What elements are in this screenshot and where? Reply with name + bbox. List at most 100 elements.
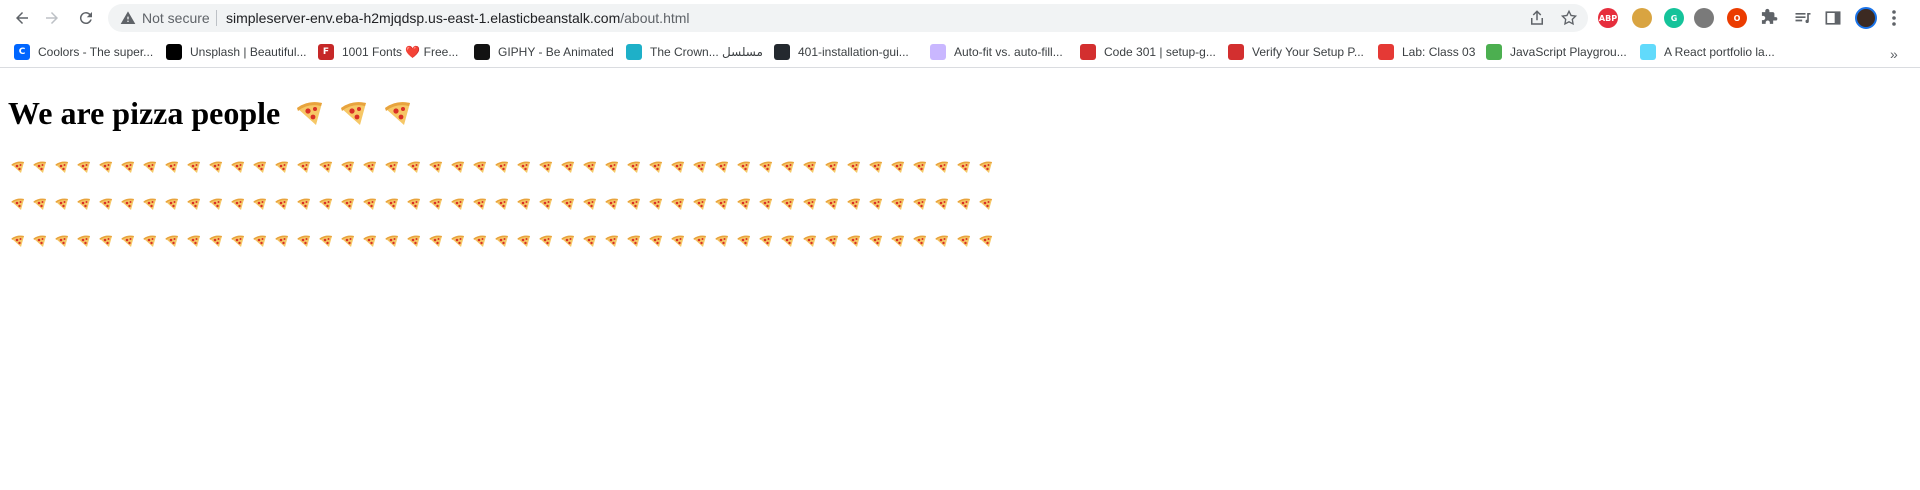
pizza-icon <box>495 235 508 247</box>
pizza-icon <box>99 198 112 210</box>
pizza-icon <box>737 235 750 247</box>
bookmark-item[interactable]: GIPHY - Be Animated <box>474 42 614 62</box>
bookmark-item[interactable]: A React portfolio la... <box>1640 42 1775 62</box>
pizza-icon <box>847 198 860 210</box>
pizza-icon <box>517 161 530 173</box>
pizza-icon <box>121 235 134 247</box>
pizza-icon <box>451 198 464 210</box>
pizza-icon <box>165 161 178 173</box>
bookmarks-overflow-icon[interactable]: » <box>1890 46 1898 62</box>
url-text[interactable]: simpleserver-env.eba-h2mjqdsp.us-east-1.… <box>226 10 690 26</box>
pizza-icon <box>143 161 156 173</box>
share-icon[interactable] <box>1528 9 1546 27</box>
bookmark-label: Verify Your Setup P... <box>1252 45 1364 59</box>
pizza-icon <box>539 161 552 173</box>
bookmark-item[interactable]: Unsplash | Beautiful... <box>166 42 307 62</box>
pizza-row <box>10 196 1000 214</box>
bookmark-item[interactable]: C Coolors - The super... <box>14 42 153 62</box>
pizza-icon <box>407 235 420 247</box>
pizza-icon <box>781 235 794 247</box>
office-icon[interactable]: O <box>1727 8 1747 28</box>
bookmark-item[interactable]: Auto-fit vs. auto-fill... <box>930 42 1063 62</box>
bookmark-label: JavaScript Playgrou... <box>1510 45 1627 59</box>
pizza-icon <box>143 235 156 247</box>
bookmarks-bar: C Coolors - The super... Unsplash | Beauti… <box>0 36 1920 68</box>
page-content: We are pizza people <box>0 69 1920 490</box>
pizza-icon <box>825 198 838 210</box>
adblock-icon[interactable]: ABP <box>1598 8 1618 28</box>
pizza-icon <box>649 161 662 173</box>
pizza-icon <box>55 161 68 173</box>
pizza-icon <box>231 235 244 247</box>
playground-icon <box>1486 44 1502 60</box>
pizza-icon <box>429 198 442 210</box>
reload-button[interactable] <box>72 4 100 32</box>
bookmark-item[interactable]: Verify Your Setup P... <box>1228 42 1364 62</box>
pizza-icon <box>209 198 222 210</box>
pizza-icon <box>671 198 684 210</box>
pizza-icon <box>33 198 46 210</box>
pizza-row <box>10 233 1000 251</box>
forward-button[interactable] <box>38 4 66 32</box>
bookmark-item[interactable]: 401-installation-gui... <box>774 42 909 62</box>
pizza-icon <box>385 235 398 247</box>
heading-text: We are pizza people <box>8 95 281 131</box>
grammarly-icon[interactable]: G <box>1664 8 1684 28</box>
pizza-icon <box>99 161 112 173</box>
pizza-icon <box>165 235 178 247</box>
pizza-icon <box>55 235 68 247</box>
bookmark-item[interactable]: Lab: Class 03 <box>1378 42 1475 62</box>
github-icon <box>774 44 790 60</box>
address-bar[interactable]: Not secure simpleserver-env.eba-h2mjqdsp… <box>108 4 1588 32</box>
pizza-icon <box>957 198 970 210</box>
puzzle-icon[interactable] <box>1759 8 1779 28</box>
pizza-icon <box>605 198 618 210</box>
pizza-icon <box>77 235 90 247</box>
bookmark-item[interactable]: JavaScript Playgrou... <box>1486 42 1627 62</box>
pizza-icon <box>209 235 222 247</box>
pizza-icon <box>275 235 288 247</box>
bookmark-label: Coolors - The super... <box>38 45 154 59</box>
pizza-icon <box>869 235 882 247</box>
pizza-icon <box>649 198 662 210</box>
security-label[interactable]: Not secure <box>142 10 210 26</box>
pizza-icon <box>671 235 684 247</box>
more-menu-icon[interactable] <box>1892 9 1896 27</box>
pizza-icon <box>77 198 90 210</box>
pizza-icon <box>319 235 332 247</box>
pizza-icon <box>583 161 596 173</box>
pizza-icon <box>825 235 838 247</box>
browser-toolbar: Not secure simpleserver-env.eba-h2mjqdsp… <box>0 0 1920 36</box>
pizza-icon <box>495 161 508 173</box>
bookmark-label: 401-installation-gui... <box>798 45 909 59</box>
pizza-icon <box>209 161 222 173</box>
pizza-icon <box>869 161 882 173</box>
side-panel-icon[interactable] <box>1823 8 1843 28</box>
bookmark-label: GIPHY - Be Animated <box>498 45 614 59</box>
bookmark-item[interactable]: The Crown... مسلسل <box>626 42 763 62</box>
pizza-icon <box>473 161 486 173</box>
pizza-icon <box>891 161 904 173</box>
pizza-icon <box>715 198 728 210</box>
pizza-icon <box>561 161 574 173</box>
pizza-icon <box>297 102 323 125</box>
star-icon[interactable] <box>1560 9 1578 27</box>
pizza-icon <box>979 161 992 173</box>
bookmark-item[interactable]: F 1001 Fonts ❤️ Free... <box>318 42 458 62</box>
pizza-icon <box>11 198 24 210</box>
cookie-icon[interactable] <box>1632 8 1652 28</box>
pizza-icon <box>627 198 640 210</box>
pizza-icon <box>957 235 970 247</box>
pizza-icon <box>605 235 618 247</box>
pizza-icon <box>583 198 596 210</box>
back-button[interactable] <box>8 4 36 32</box>
pizza-icon <box>143 198 156 210</box>
pizza-icon <box>407 161 420 173</box>
reading-list-icon[interactable] <box>1793 8 1813 28</box>
bookmark-item[interactable]: Code 301 | setup-g... <box>1080 42 1216 62</box>
pizza-icon <box>451 235 464 247</box>
pizza-icon <box>517 198 530 210</box>
pizza-icon <box>363 235 376 247</box>
profile-avatar[interactable] <box>1855 7 1877 29</box>
helmet-icon[interactable] <box>1694 8 1714 28</box>
